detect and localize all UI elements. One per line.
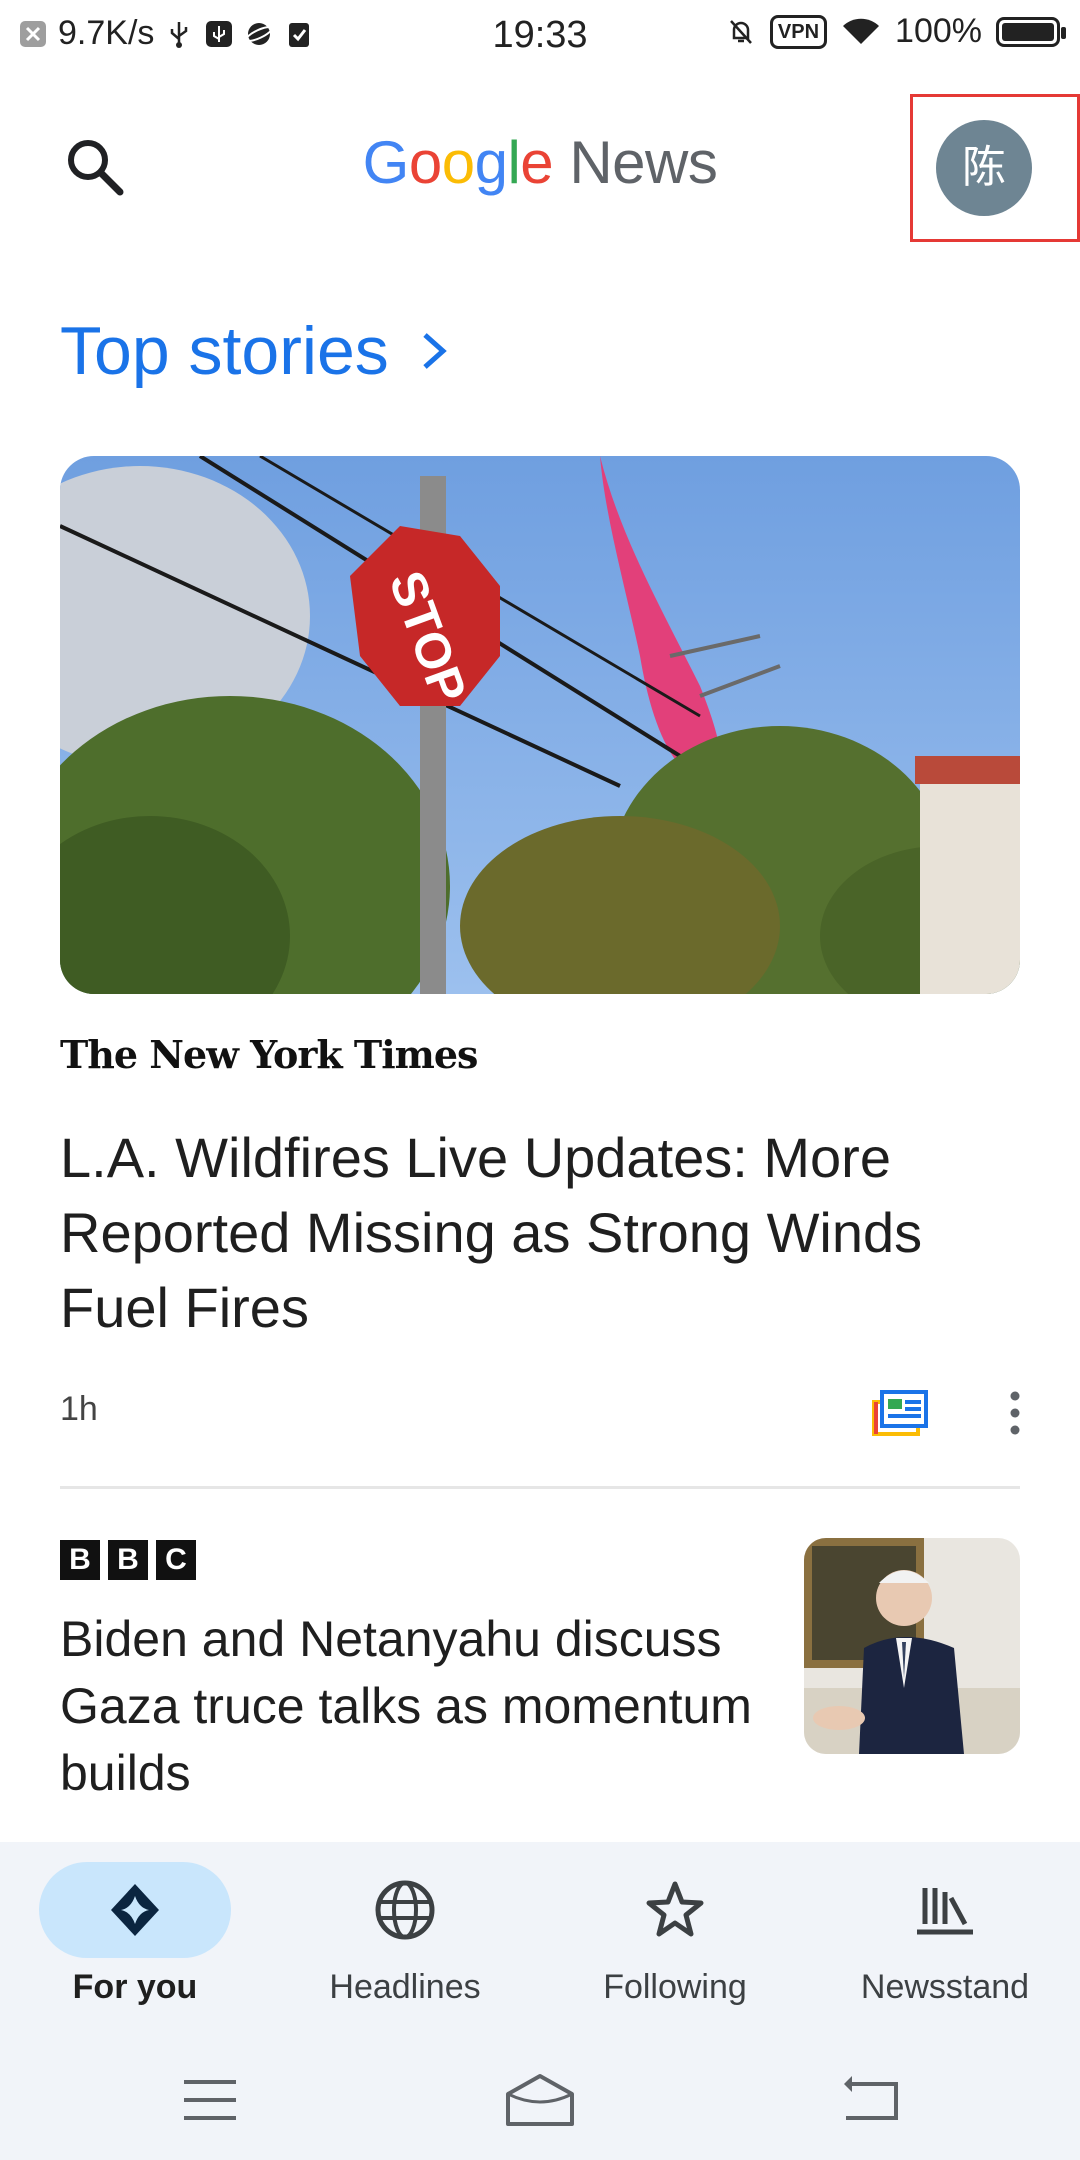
battery-icon	[996, 16, 1066, 47]
nav-label: Headlines	[329, 1968, 481, 2006]
logo-letter: o	[408, 129, 442, 196]
logo-news-text: News	[569, 129, 718, 196]
chevron-right-icon	[423, 333, 447, 369]
globe-icon	[375, 1880, 435, 1940]
wildfire-photo: STOP	[60, 456, 1020, 994]
for-you-sparkle-icon	[111, 1884, 159, 1936]
nav-label: For you	[72, 1968, 198, 2006]
nav-active-pill	[39, 1862, 231, 1958]
nav-icon-wrap	[849, 1862, 1041, 1958]
nav-label: Following	[603, 1968, 747, 2006]
logo-letter: o	[441, 129, 475, 196]
logo-letter: e	[520, 129, 554, 196]
mute-bell-icon	[729, 19, 752, 44]
more-options-icon[interactable]	[1004, 1388, 1026, 1438]
account-avatar[interactable]: 陈	[936, 120, 1032, 216]
nav-newsstand[interactable]: Newsstand	[810, 1862, 1080, 2007]
nav-headlines[interactable]: Headlines	[270, 1862, 540, 2007]
story-divider	[60, 1486, 1020, 1489]
wifi-icon	[843, 18, 880, 44]
bbc-letter: B	[60, 1540, 100, 1580]
bottom-navigation: For you Headlines Following Newsstand	[0, 1842, 1080, 2160]
battery-percent: 100%	[895, 12, 982, 50]
star-icon	[646, 1881, 704, 1937]
nav-for-you[interactable]: For you	[0, 1862, 270, 2007]
logo-letter: G	[362, 129, 410, 196]
story-1-source-logo: The New York Times	[60, 1032, 478, 1077]
nav-icon-wrap	[579, 1862, 771, 1958]
full-coverage-icon[interactable]	[872, 1390, 928, 1438]
biden-photo	[804, 1538, 1020, 1754]
status-bar: 9.7K/s 19:33 VPN 100%	[0, 0, 1080, 72]
story-2-thumbnail[interactable]	[804, 1538, 1020, 1754]
status-right: VPN 100%	[726, 12, 1066, 51]
bbc-letter: C	[156, 1540, 196, 1580]
logo-letter: g	[474, 129, 508, 196]
logo-letter: l	[507, 129, 521, 196]
story-1-image[interactable]: STOP	[60, 456, 1020, 994]
home-icon[interactable]	[500, 2070, 580, 2130]
story-1-headline[interactable]: L.A. Wildfires Live Updates: More Report…	[60, 1120, 1020, 1345]
menu-icon[interactable]	[170, 2070, 250, 2130]
nav-following[interactable]: Following	[540, 1862, 810, 2007]
newsstand-icon	[917, 1888, 973, 1935]
story-1-time: 1h	[60, 1390, 98, 1428]
back-icon[interactable]	[830, 2070, 910, 2130]
nav-label: Newsstand	[860, 1968, 1030, 2006]
story-2-headline[interactable]: Biden and Netanyahu discuss Gaza truce t…	[60, 1606, 760, 1807]
vpn-badge: VPN	[769, 14, 828, 49]
top-stories-title: Top stories	[60, 313, 389, 389]
story-2-source-logo: B B C	[60, 1540, 196, 1580]
top-stories-link[interactable]: Top stories	[60, 312, 451, 390]
nav-icon-wrap	[309, 1862, 501, 1958]
bbc-letter: B	[108, 1540, 148, 1580]
